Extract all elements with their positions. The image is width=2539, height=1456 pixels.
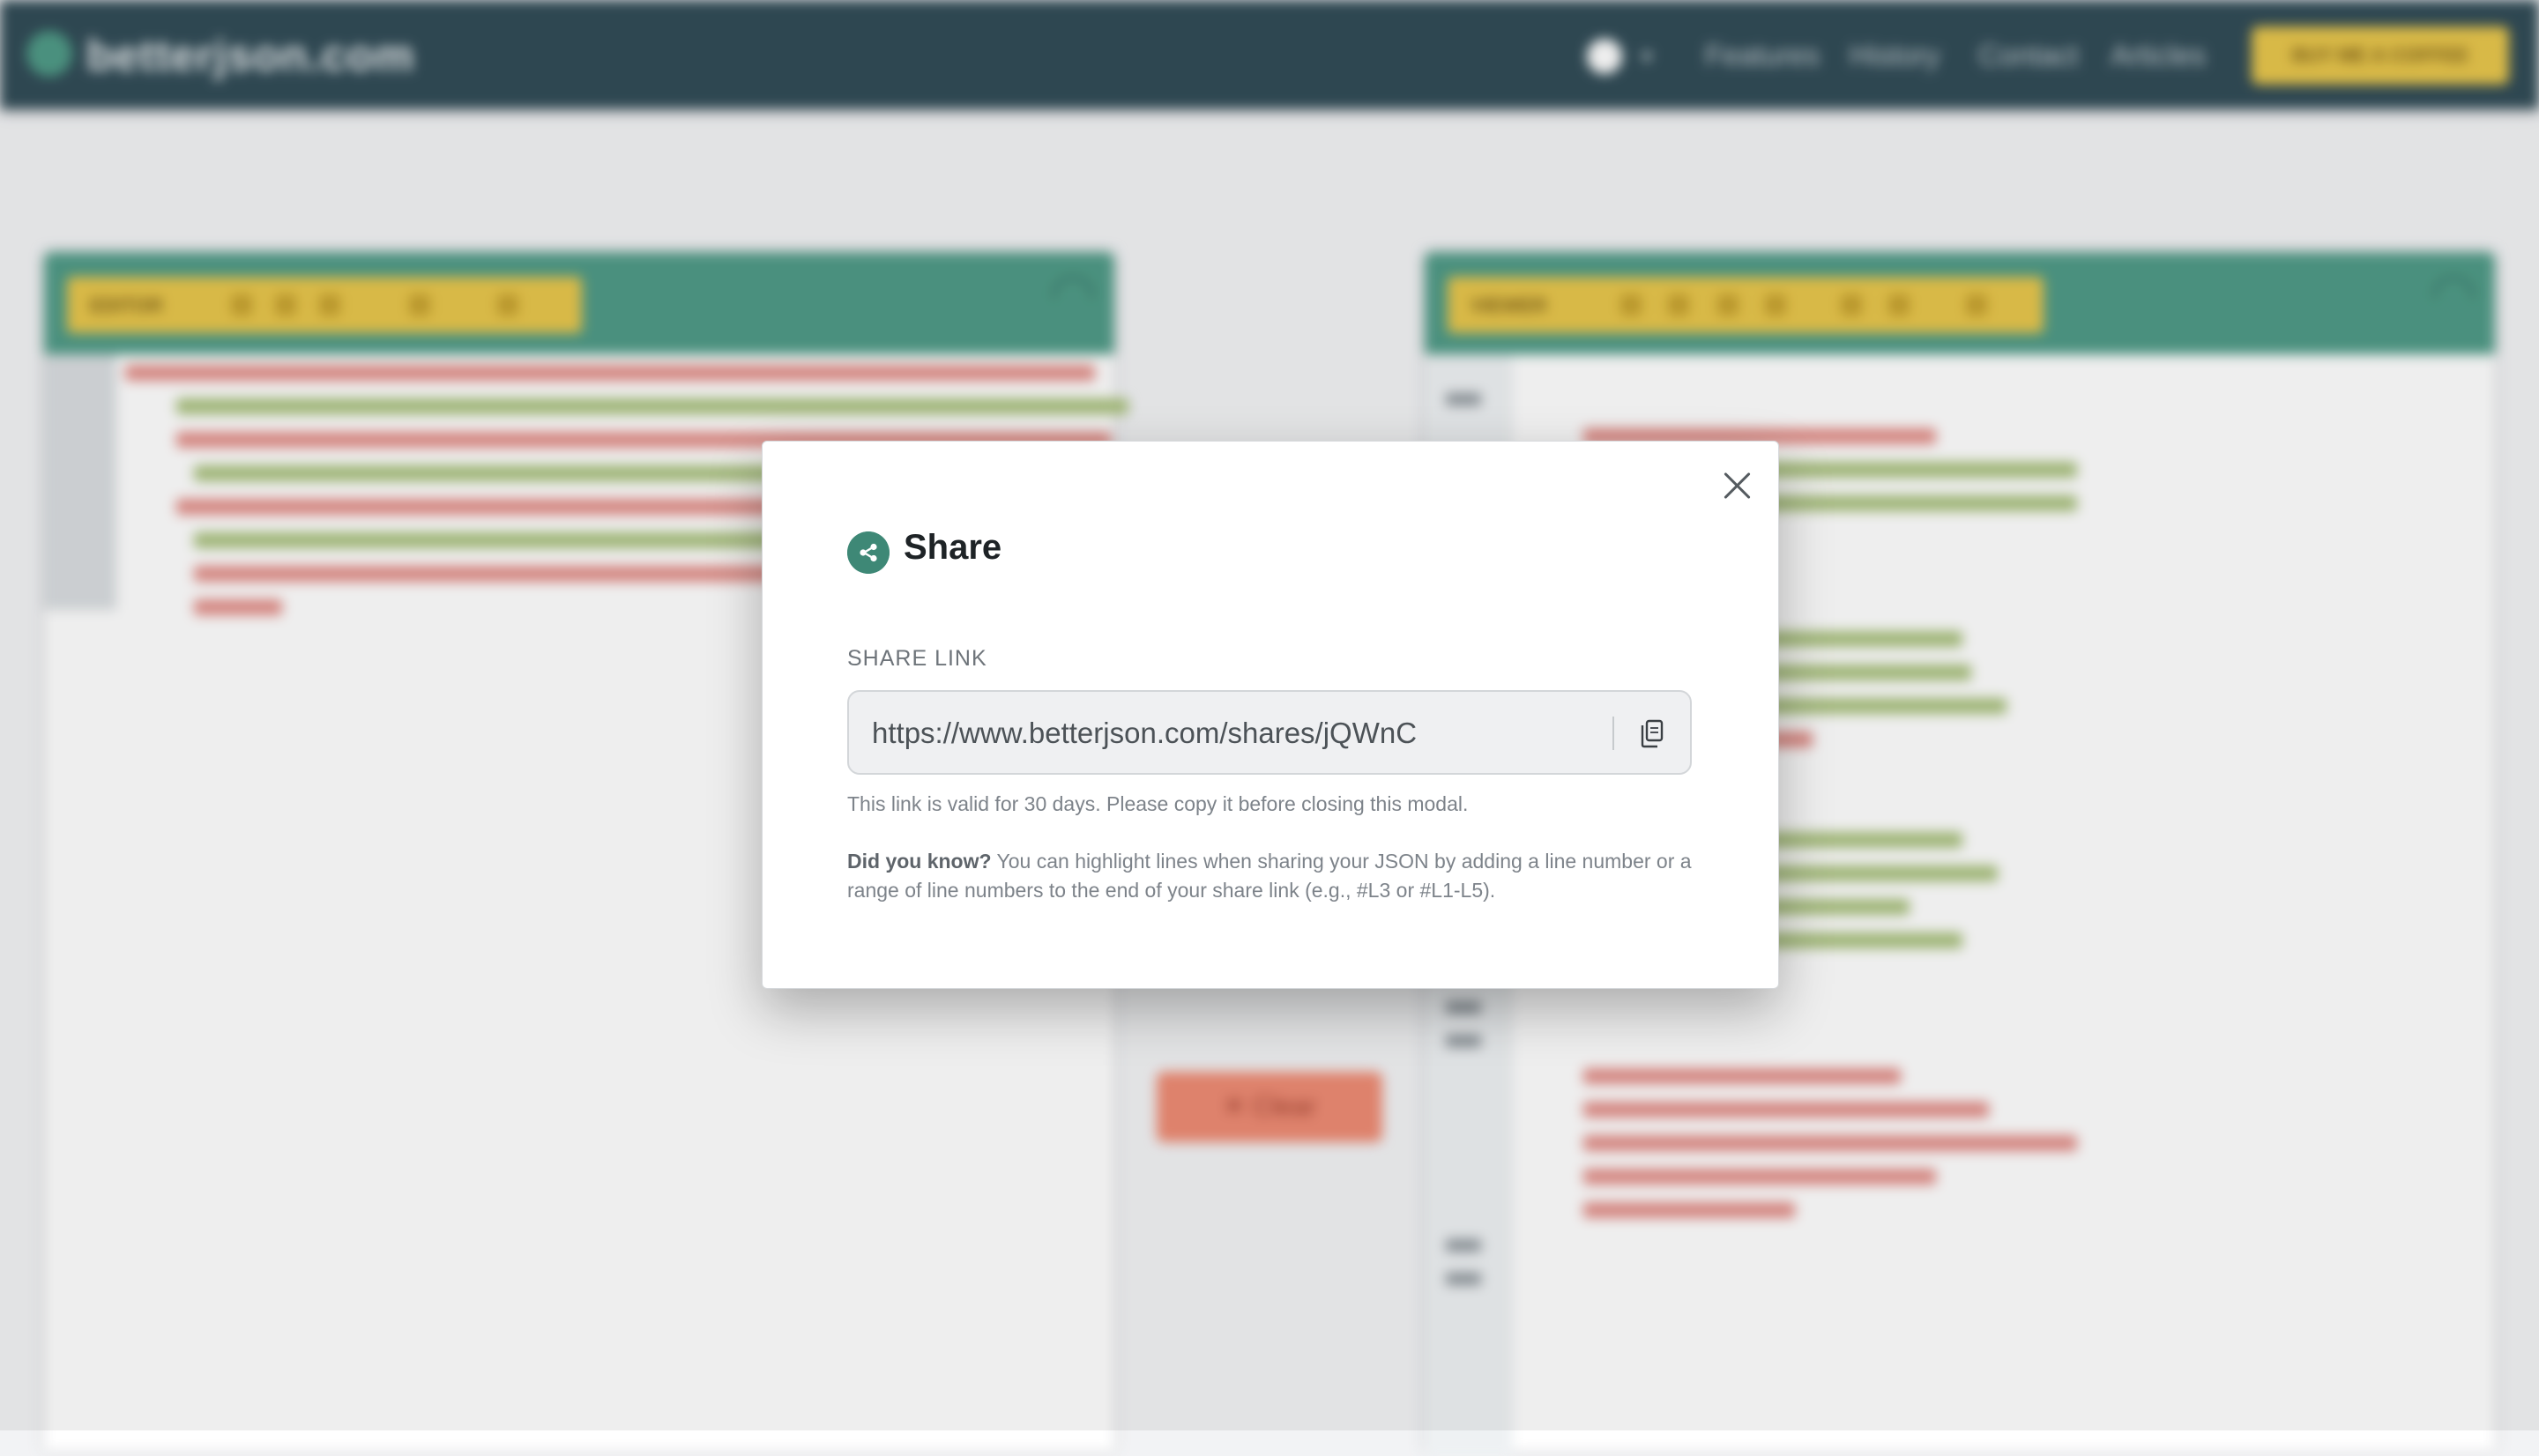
share-link-field xyxy=(847,690,1692,775)
share-icon xyxy=(847,531,890,574)
did-you-know-tip: Did you know? You can highlight lines wh… xyxy=(847,847,1694,905)
share-modal: Share SHARE LINK This link is valid for … xyxy=(762,441,1779,989)
field-divider xyxy=(1612,717,1614,750)
share-link-input[interactable] xyxy=(870,692,1597,775)
share-link-label: SHARE LINK xyxy=(847,646,987,671)
close-icon[interactable] xyxy=(1716,464,1759,507)
tip-lead: Did you know? xyxy=(847,850,992,873)
validity-note: This link is valid for 30 days. Please c… xyxy=(847,792,1469,815)
modal-title: Share xyxy=(904,528,1002,567)
copy-icon[interactable] xyxy=(1625,709,1678,757)
